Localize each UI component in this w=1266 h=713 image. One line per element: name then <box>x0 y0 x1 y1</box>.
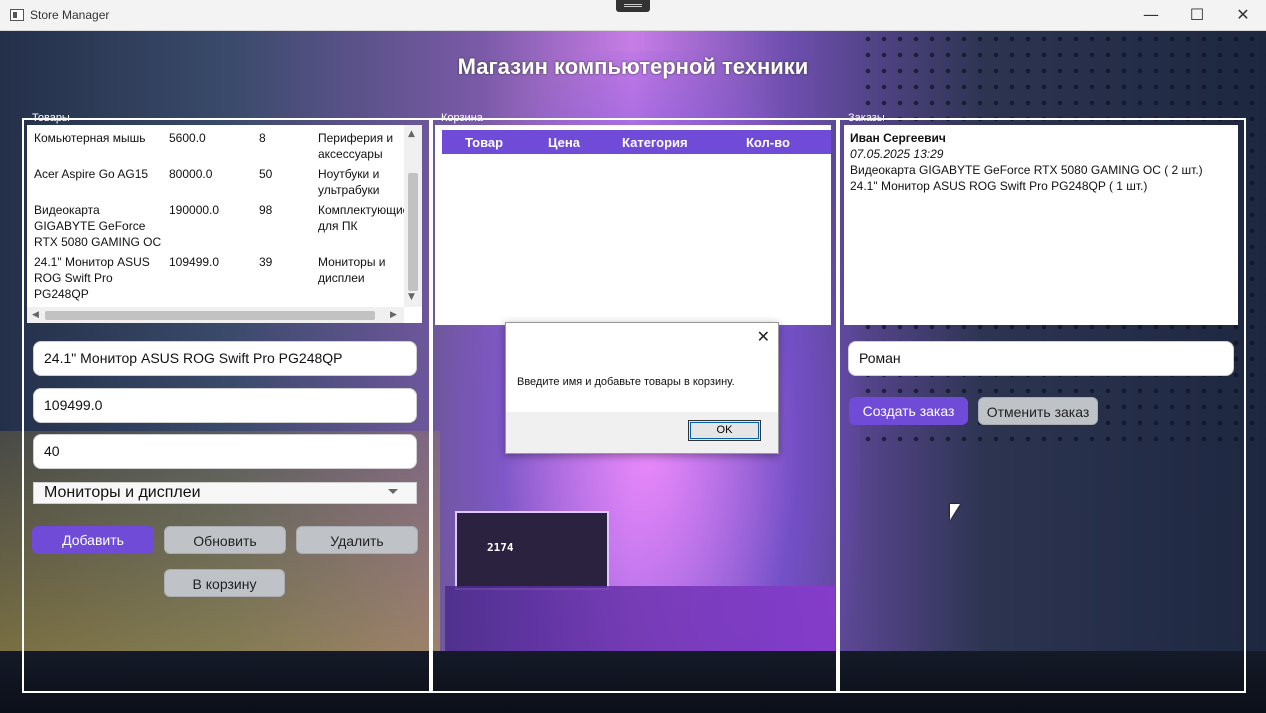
column-header[interactable]: Категория <box>622 135 688 150</box>
orders-group-label: Заказы <box>848 112 885 124</box>
product-name: Acer Aspire Go AG15 <box>34 167 149 181</box>
scroll-down-icon[interactable]: ▼ <box>408 292 415 302</box>
product-price-input[interactable]: 109499.0 <box>33 388 417 423</box>
product-name-input[interactable]: 24.1" Монитор ASUS ROG Swift Pro PG248QP <box>33 341 417 376</box>
product-category: Мониторы и дисплеи <box>318 255 386 285</box>
product-name: Комьютерная мышь <box>34 131 146 145</box>
order-customer: Иван Сергеевич <box>850 131 946 145</box>
snap-grip-handle[interactable] <box>616 0 650 12</box>
app-icon <box>10 9 24 21</box>
update-button[interactable]: Обновить <box>164 526 286 554</box>
list-item[interactable]: Acer Aspire Go AG15 80000.0 50 Ноутбуки … <box>27 166 405 200</box>
product-category: Периферия и аксессуары <box>318 131 394 161</box>
dialog-footer: OK <box>506 412 778 453</box>
cart-table[interactable]: Товар Цена Категория Кол-во <box>435 125 831 325</box>
scroll-right-icon[interactable]: ▶ <box>390 310 397 320</box>
cancel-order-button[interactable]: Отменить заказ <box>978 397 1098 425</box>
cart-table-header: Товар Цена Категория Кол-во <box>442 130 831 154</box>
window-titlebar: Store Manager — ☐ ✕ <box>0 0 1266 31</box>
order-item: 24.1" Монитор ASUS ROG Swift Pro PG248QP… <box>850 179 1148 193</box>
message-dialog: ✕ Введите имя и добавьте товары в корзин… <box>505 322 779 454</box>
vertical-scroll-thumb[interactable] <box>408 173 418 291</box>
column-header[interactable]: Кол-во <box>746 135 790 150</box>
list-item[interactable]: 24.1" Монитор ASUS ROG Swift Pro PG248QP… <box>27 254 405 304</box>
cart-group-label: Корзина <box>441 112 483 124</box>
create-order-button[interactable]: Создать заказ <box>849 397 968 425</box>
horizontal-scroll-thumb[interactable] <box>45 311 375 320</box>
to-cart-button[interactable]: В корзину <box>164 569 285 597</box>
product-name: Видеокарта GIGABYTE GeForce RTX 5080 GAM… <box>34 203 162 249</box>
product-qty-input[interactable]: 40 <box>33 434 417 469</box>
customer-name-input[interactable]: Роман <box>848 341 1234 376</box>
minimize-button[interactable]: — <box>1128 0 1174 30</box>
vertical-scrollbar[interactable]: ▲ ▼ <box>404 125 422 307</box>
products-list[interactable]: Комьютерная мышь 5600.0 8 Периферия и ак… <box>27 125 422 323</box>
category-select-value: Мониторы и дисплеи <box>44 484 201 501</box>
product-qty: 39 <box>259 255 273 269</box>
column-header[interactable]: Цена <box>548 135 580 150</box>
product-name: 24.1" Монитор ASUS ROG Swift Pro PG248QP <box>34 255 150 301</box>
product-price: 190000.0 <box>169 203 220 217</box>
mouse-cursor-icon <box>950 504 960 520</box>
window-title: Store Manager <box>30 8 110 22</box>
horizontal-scrollbar[interactable]: ◀ ▶ <box>27 307 404 323</box>
scroll-up-icon[interactable]: ▲ <box>408 129 415 139</box>
category-select[interactable]: Мониторы и дисплеи <box>33 482 417 504</box>
product-category: Ноутбуки и ультрабуки <box>318 167 380 197</box>
maximize-button[interactable]: ☐ <box>1174 0 1220 30</box>
product-category: Комплектующие для ПК <box>318 203 410 233</box>
page-title: Магазин компьютерной техники <box>457 54 809 79</box>
product-price: 109499.0 <box>169 255 220 269</box>
product-price: 5600.0 <box>169 131 206 145</box>
orders-list[interactable]: Иван Сергеевич 07.05.2025 13:29 Видеокар… <box>844 125 1238 325</box>
dialog-message: Введите имя и добавьте товары в корзину. <box>517 376 735 388</box>
product-price: 80000.0 <box>169 167 213 181</box>
order-item: Видеокарта GIGABYTE GeForce RTX 5080 GAM… <box>850 163 1203 177</box>
order-date: 07.05.2025 13:29 <box>850 147 944 161</box>
ok-button[interactable]: OK <box>688 420 761 441</box>
list-item[interactable]: Комьютерная мышь 5600.0 8 Периферия и ак… <box>27 130 405 164</box>
product-qty: 98 <box>259 203 273 217</box>
product-qty: 50 <box>259 167 273 181</box>
chevron-down-icon <box>388 489 398 494</box>
column-header[interactable]: Товар <box>465 135 503 150</box>
scroll-left-icon[interactable]: ◀ <box>32 310 39 320</box>
delete-button[interactable]: Удалить <box>296 526 418 554</box>
products-group-label: Товары <box>32 112 70 124</box>
close-icon[interactable]: ✕ <box>757 327 770 346</box>
list-item[interactable]: Видеокарта GIGABYTE GeForce RTX 5080 GAM… <box>27 202 410 252</box>
add-button[interactable]: Добавить <box>32 526 154 554</box>
close-window-button[interactable]: ✕ <box>1220 0 1266 30</box>
product-qty: 8 <box>259 131 266 145</box>
